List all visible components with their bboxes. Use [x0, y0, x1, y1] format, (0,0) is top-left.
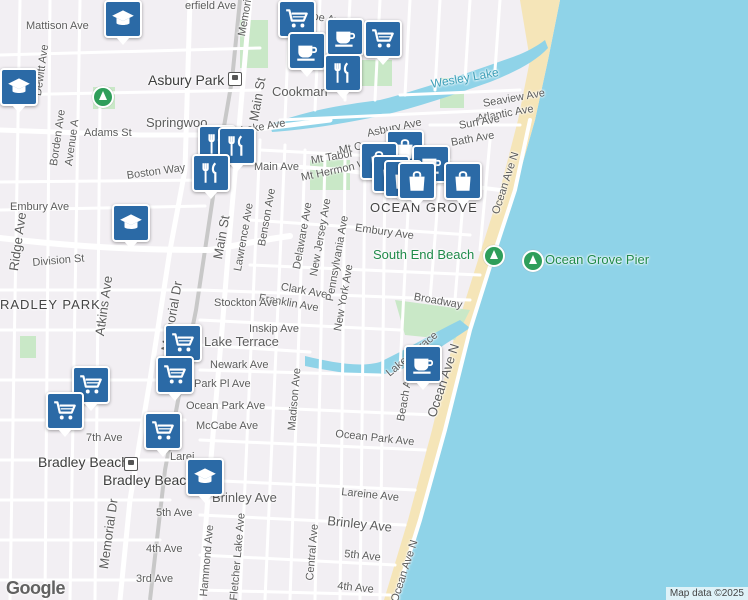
place-label-bradley-beach: Bradley Beach — [38, 454, 130, 470]
school-icon — [194, 468, 216, 483]
grocery-marker[interactable] — [156, 356, 194, 401]
shopping-cart-icon — [52, 398, 78, 424]
school-icon — [112, 10, 134, 25]
street-label-5th-w: 5th Ave — [156, 507, 193, 519]
place-label-bradley-park: RADLEY PARK — [0, 297, 101, 312]
street-label-ocean-park-w: Ocean Park Ave — [186, 400, 266, 412]
restaurant-marker[interactable] — [324, 54, 362, 99]
shopping-cart-icon — [170, 330, 196, 356]
grocery-marker[interactable] — [144, 412, 182, 457]
street-label-lake-terrace-w: Lake Terrace — [204, 334, 279, 349]
park-tree-icon[interactable] — [483, 245, 505, 267]
school-marker[interactable] — [0, 68, 38, 113]
shopping-cart-icon — [370, 26, 396, 52]
park-label-ocean-grove-pier: Ocean Grove Pier — [545, 252, 650, 267]
map-attribution[interactable]: Map data ©2025 — [665, 587, 748, 600]
street-label-newark: Newark Ave — [210, 359, 269, 371]
place-label-asbury-park: Asbury Park — [148, 72, 225, 88]
cafe-marker[interactable] — [288, 32, 326, 77]
street-label-stockton: Stockton Ave — [214, 297, 279, 309]
grocery-marker[interactable] — [46, 392, 84, 437]
restaurant-marker[interactable] — [192, 154, 230, 199]
street-label-cookman: Cookman — [272, 84, 328, 99]
school-icon — [120, 214, 142, 229]
park-tree-icon[interactable] — [522, 250, 544, 272]
map-canvas[interactable]: Asbury Park OCEAN GROVE RADLEY PARK Brad… — [0, 0, 748, 600]
grocery-marker[interactable] — [364, 20, 402, 65]
street-label-park-pl: Park Pl Ave — [194, 378, 251, 390]
shopping-cart-icon — [150, 418, 176, 444]
school-marker[interactable] — [104, 0, 142, 45]
fork-knife-icon — [202, 162, 217, 183]
street-label-mattison: Mattison Ave — [26, 20, 89, 32]
school-icon — [8, 78, 30, 93]
school-marker[interactable] — [186, 458, 224, 503]
train-station-icon[interactable] — [124, 457, 138, 471]
school-marker[interactable] — [112, 204, 150, 249]
shopping-cart-icon — [162, 362, 188, 388]
fork-knife-icon — [334, 62, 349, 83]
street-label-main-ave: Main Ave — [254, 161, 300, 173]
park-label-south-end-beach: South End Beach — [373, 247, 475, 262]
street-label-4th-w: 4th Ave — [146, 543, 183, 555]
shop-marker[interactable] — [398, 162, 436, 207]
shop-marker[interactable] — [444, 162, 482, 207]
park-tree-icon[interactable] — [92, 86, 114, 108]
shopping-bag-icon — [409, 171, 425, 191]
coffee-cup-icon — [297, 45, 318, 61]
shopping-bag-icon — [455, 171, 471, 191]
street-label-mccabe: McCabe Ave — [196, 420, 259, 432]
street-label-3rd: 3rd Ave — [136, 573, 174, 585]
coffee-cup-icon — [413, 358, 434, 374]
google-logo: Google — [6, 578, 66, 598]
street-label-7th: 7th Ave — [86, 432, 123, 444]
street-label-adams: Adams St — [84, 127, 132, 139]
coffee-cup-icon — [335, 31, 356, 47]
shopping-cart-icon — [284, 6, 310, 32]
cafe-marker[interactable] — [404, 345, 442, 390]
train-station-icon[interactable] — [228, 72, 242, 86]
place-label-bradley-beach-2: Bradley Beach — [103, 472, 195, 488]
cafe-marker[interactable] — [326, 18, 364, 63]
street-label-bergfield: erfield Ave — [185, 0, 237, 12]
